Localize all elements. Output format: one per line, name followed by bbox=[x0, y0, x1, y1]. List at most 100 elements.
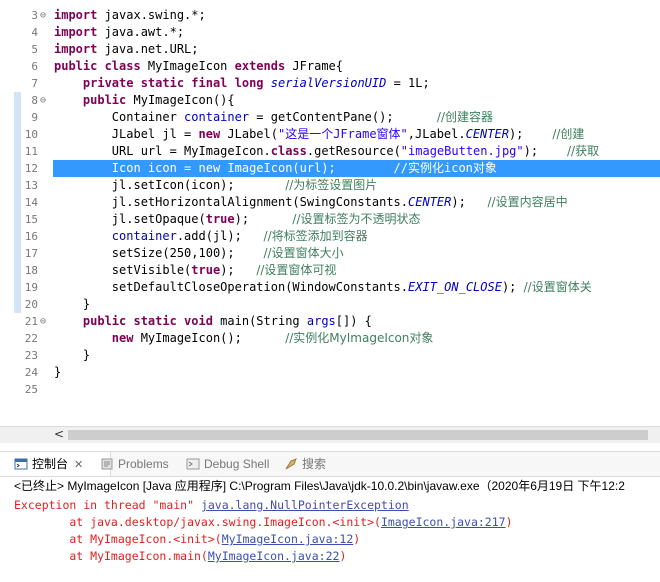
code-token: setVisible( bbox=[54, 263, 192, 277]
code-token: } bbox=[54, 348, 91, 362]
console-line: at MyImageIcon.<init>(MyImageIcon.java:1… bbox=[14, 531, 360, 548]
code-token: setDefaultCloseOperation(WindowConstants… bbox=[54, 280, 409, 294]
code-token: MyImageIcon(){ bbox=[126, 93, 235, 107]
code-token: main(String bbox=[212, 314, 307, 328]
code-token: ); bbox=[451, 195, 488, 209]
code-token: java.awt.*; bbox=[97, 25, 185, 39]
console-icon bbox=[14, 455, 28, 470]
fold-toggle-icon[interactable]: ⊖ bbox=[40, 92, 46, 109]
code-token: .getResource( bbox=[306, 144, 401, 158]
code-line[interactable]: 22 new MyImageIcon(); //实例化MyImageIcon对象 bbox=[0, 330, 660, 347]
code-editor[interactable]: 3 ⊖ import javax.swing.*; 4 import java.awt.… bbox=[0, 0, 660, 426]
panel-separator bbox=[0, 443, 660, 451]
code-line[interactable]: 11 URL url = MyImageIcon.class.getResour… bbox=[0, 143, 660, 160]
code-token: CENTER bbox=[408, 195, 452, 209]
horizontal-scrollbar[interactable]: < bbox=[0, 426, 660, 443]
code-token: ); bbox=[523, 144, 567, 158]
code-line[interactable]: 19 setDefaultCloseOperation(WindowConsta… bbox=[0, 279, 660, 296]
code-token: import bbox=[54, 42, 98, 56]
line-number: 10 bbox=[24, 128, 38, 141]
code-text: } bbox=[54, 296, 90, 313]
code-token: //实例化MyImageIcon对象 bbox=[285, 331, 434, 345]
tab-label: 搜索 bbox=[302, 457, 327, 471]
code-token: //创建容器 bbox=[436, 110, 494, 124]
code-token: Icon icon = new ImageIcon(url); //实例化ico… bbox=[54, 161, 497, 175]
code-line[interactable]: 7 private static final long serialVersio… bbox=[0, 75, 660, 92]
code-token: CENTER bbox=[465, 127, 509, 141]
code-line[interactable]: 20 } bbox=[0, 296, 660, 313]
code-line[interactable]: 5 import java.net.URL; bbox=[0, 41, 660, 58]
code-line[interactable]: 3 ⊖ import javax.swing.*; bbox=[0, 7, 660, 24]
scroll-left-arrow-icon[interactable]: < bbox=[52, 427, 66, 443]
code-token: setSize(250,100); bbox=[54, 246, 264, 260]
code-token: EXIT_ON_CLOSE bbox=[408, 280, 502, 294]
exception-link[interactable]: java.lang.NullPointerException bbox=[201, 498, 409, 512]
code-token: .add(jl); bbox=[176, 229, 264, 243]
problems-icon bbox=[100, 455, 114, 470]
code-text: setDefaultCloseOperation(WindowConstants… bbox=[54, 279, 592, 296]
code-token: ); bbox=[220, 263, 257, 277]
tab-console[interactable]: 控制台 ✕ bbox=[0, 452, 111, 476]
code-line[interactable]: 24} bbox=[0, 364, 660, 381]
code-token: ); bbox=[501, 280, 524, 294]
line-number: 6 bbox=[31, 60, 38, 73]
code-line[interactable]: 18 setVisible(true); //设置窗体可视 bbox=[0, 262, 660, 279]
code-token: public static void bbox=[82, 314, 213, 328]
tab-problems[interactable]: Problems bbox=[100, 452, 169, 476]
code-text: public static void main(String args[]) { bbox=[54, 313, 372, 330]
code-line[interactable]: 25 bbox=[0, 381, 660, 398]
code-text: private static final long serialVersionU… bbox=[54, 75, 430, 92]
stack-link[interactable]: ImageIcon.java:217 bbox=[381, 515, 506, 529]
code-token: } bbox=[54, 365, 62, 379]
code-text: Container container = getContentPane(); … bbox=[54, 109, 493, 126]
code-token: serialVersionUID bbox=[270, 76, 387, 90]
code-line[interactable]: 8 ⊖ public MyImageIcon(){ bbox=[0, 92, 660, 109]
console-line: at MyImageIcon.main(MyImageIcon.java:22) bbox=[14, 548, 346, 565]
code-line[interactable]: 16 container.add(jl); //将标签添加到容器 bbox=[0, 228, 660, 245]
code-token: container bbox=[184, 110, 250, 124]
console-text: ) bbox=[353, 532, 361, 546]
console-text: ) bbox=[339, 549, 347, 563]
line-number: 21 bbox=[24, 315, 38, 328]
code-line[interactable]: 17 setSize(250,100); //设置窗体大小 bbox=[0, 245, 660, 262]
code-text: URL url = MyImageIcon.class.getResource(… bbox=[54, 143, 599, 160]
code-line[interactable]: 6 public class MyImageIcon extends JFrame… bbox=[0, 58, 660, 75]
code-token: private static final long bbox=[82, 76, 264, 90]
code-token: = getContentPane(); bbox=[249, 110, 437, 124]
scrollbar-thumb[interactable] bbox=[68, 430, 648, 440]
code-line-selected[interactable]: 12 Icon icon = new ImageIcon(url); //实例化… bbox=[0, 160, 660, 177]
code-text: Icon icon = new ImageIcon(url); //实例化ico… bbox=[54, 160, 497, 177]
code-token: jl.setIcon(icon); bbox=[54, 178, 286, 192]
code-text: jl.setHorizontalAlignment(SwingConstants… bbox=[54, 194, 568, 211]
fold-toggle-icon[interactable]: ⊖ bbox=[40, 313, 46, 330]
code-line[interactable]: 10 JLabel jl = new JLabel("这是一个JFrame窗体"… bbox=[0, 126, 660, 143]
line-number: 3 bbox=[31, 9, 38, 22]
code-token: true bbox=[205, 212, 235, 226]
code-line[interactable]: 21 ⊖ public static void main(String args[… bbox=[0, 313, 660, 330]
stack-link[interactable]: MyImageIcon.java:12 bbox=[222, 532, 354, 546]
console-status-line: <已终止> MyImageIcon [Java 应用程序] C:\Program… bbox=[14, 479, 625, 493]
line-number: 17 bbox=[24, 247, 38, 260]
tab-search[interactable]: 搜索 bbox=[284, 452, 326, 476]
code-token: true bbox=[191, 263, 221, 277]
code-line[interactable]: 4 import java.awt.*; bbox=[0, 24, 660, 41]
line-number: 8 bbox=[31, 94, 38, 107]
stack-link[interactable]: MyImageIcon.java:22 bbox=[208, 549, 340, 563]
code-line[interactable]: 14 jl.setHorizontalAlignment(SwingConsta… bbox=[0, 194, 660, 211]
close-icon[interactable]: ✕ bbox=[74, 459, 83, 471]
code-token: "imageButten.jpg" bbox=[400, 144, 524, 158]
line-number: 23 bbox=[24, 349, 38, 362]
code-line[interactable]: 9 Container container = getContentPane()… bbox=[0, 109, 660, 126]
fold-toggle-icon[interactable]: ⊖ bbox=[40, 7, 46, 24]
code-line[interactable]: 15 jl.setOpaque(true); //设置标签为不透明状态 bbox=[0, 211, 660, 228]
code-token: []) { bbox=[335, 314, 372, 328]
code-token: ); bbox=[234, 212, 293, 226]
code-line[interactable]: 13 jl.setIcon(icon); //为标签设置图片 bbox=[0, 177, 660, 194]
code-line[interactable]: 23 } bbox=[0, 347, 660, 364]
code-token: //设置标签为不透明状态 bbox=[292, 212, 421, 226]
code-token: //创建 bbox=[552, 127, 585, 141]
code-token: //为标签设置图片 bbox=[285, 178, 378, 192]
line-number: 7 bbox=[31, 77, 38, 90]
tab-debug-shell[interactable]: Debug Shell bbox=[186, 452, 269, 476]
